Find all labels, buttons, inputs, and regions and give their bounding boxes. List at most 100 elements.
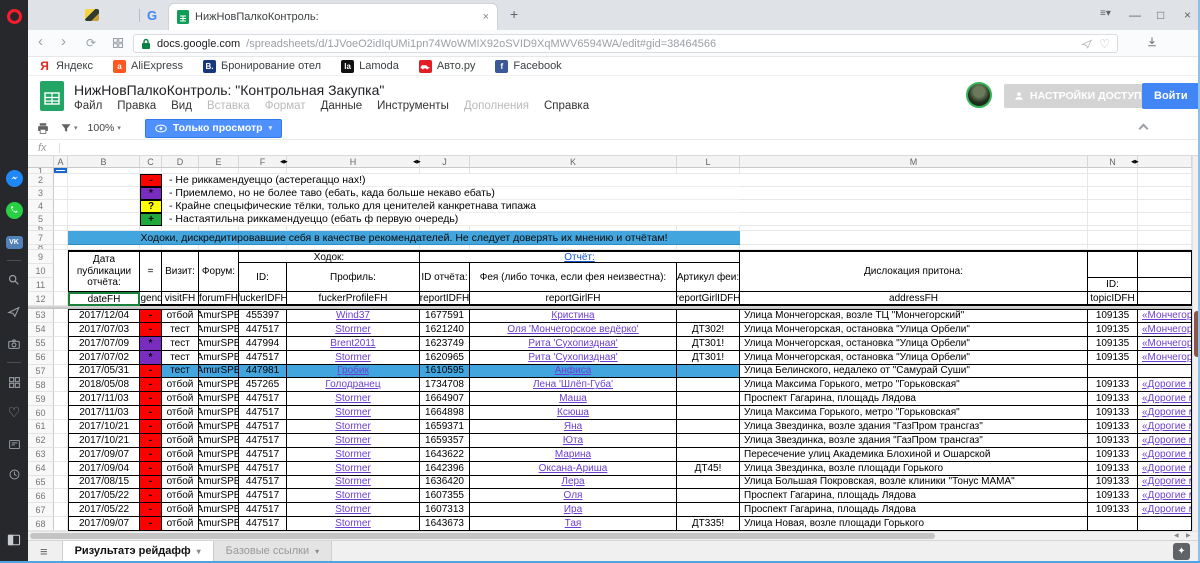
row-header-5[interactable]: 5 [28, 213, 54, 226]
cell-report-id[interactable]: 1607313 [420, 503, 470, 517]
row-header-7[interactable]: 7 [28, 231, 54, 245]
cell-date[interactable]: 2017/05/22 [68, 503, 140, 517]
cell-fucker-id[interactable]: 447994 [239, 337, 287, 351]
cell[interactable] [54, 351, 68, 365]
legend-text[interactable]: - Приемлемо, но не более таво (ебать, ка… [162, 187, 740, 200]
column-header-H[interactable]: H [287, 156, 420, 168]
cell[interactable] [54, 406, 68, 420]
cell[interactable] [54, 213, 68, 226]
cell-topic-link[interactable]: «Дорогие мо [1138, 489, 1192, 503]
cell-date[interactable]: 2017/12/04 [68, 309, 140, 323]
column-header-M[interactable]: M [740, 156, 1088, 168]
header-topic-empty[interactable] [1088, 250, 1138, 278]
cell-artikul[interactable] [677, 503, 740, 517]
field-dateFH[interactable]: dateFH [68, 292, 140, 306]
cell-forum[interactable]: AmurSPB [199, 476, 239, 490]
cell-address[interactable]: Улица Мончегорская, возле ТЦ "Мончегорск… [740, 309, 1088, 323]
cell-artikul[interactable]: ДТ335! [677, 517, 740, 531]
cell-legend-mark[interactable]: - [140, 462, 162, 476]
cell[interactable] [1088, 200, 1138, 213]
row-header-58[interactable]: 58 [28, 378, 54, 392]
cell-girl-link[interactable]: Маша [470, 392, 677, 406]
cell-topic-link[interactable]: «Дорогие мо [1138, 420, 1192, 434]
cell-profile-link[interactable]: Stormer [287, 351, 420, 365]
cell-artikul[interactable]: ДТ301! [677, 351, 740, 365]
column-header-cut[interactable] [1138, 156, 1192, 168]
hidden-columns-indicator-after-H[interactable]: ◀▶ [413, 159, 421, 165]
cell[interactable] [68, 200, 140, 213]
cell-date[interactable]: 2018/05/08 [68, 378, 140, 392]
cell-report-id[interactable]: 1677591 [420, 309, 470, 323]
cell-visit[interactable]: отбой [162, 406, 199, 420]
cell-date[interactable]: 2017/05/22 [68, 489, 140, 503]
hidden-columns-indicator-after-N[interactable]: ◀▶ [1131, 159, 1139, 165]
cell-profile-link[interactable]: Stormer [287, 462, 420, 476]
cell-forum[interactable]: AmurSPB [199, 517, 239, 531]
cell-fucker-id[interactable]: 457265 [239, 378, 287, 392]
cell-fucker-id[interactable]: 447517 [239, 323, 287, 337]
legend-text[interactable]: - Настаятильна риккамендуеццо (ебать ф п… [162, 213, 740, 226]
cell-profile-link[interactable]: Голодранец [287, 378, 420, 392]
cell-girl-link[interactable]: Оксана-Ариша [470, 462, 677, 476]
cell-fucker-id[interactable]: 447517 [239, 406, 287, 420]
cell-profile-link[interactable]: Stormer [287, 392, 420, 406]
bookmark-item[interactable]: ЯЯндекс [38, 60, 93, 73]
header-visit[interactable]: Визит: [162, 250, 199, 292]
cell-legend-mark[interactable]: - [140, 503, 162, 517]
cell-address[interactable]: Улица Максима Горького, метро "Горьковск… [740, 406, 1088, 420]
cell-address[interactable]: Улица Белинского, недалеко от "Самурай С… [740, 365, 1088, 379]
cell-visit[interactable]: тест [162, 323, 199, 337]
row-header-57[interactable]: 57 [28, 365, 54, 379]
cell-report-id[interactable]: 1620965 [420, 351, 470, 365]
cell-legend-mark[interactable]: - [140, 365, 162, 379]
cell-topic-link[interactable]: «Дорогие мо [1138, 434, 1192, 448]
pinned-tab-image[interactable] [84, 7, 100, 23]
snapshot-camera-icon[interactable] [0, 332, 28, 356]
header-otchet-link[interactable]: Отчёт: [420, 250, 740, 263]
bookmarks-heart-icon[interactable]: ♡ [0, 400, 28, 424]
messenger-icon[interactable] [0, 166, 28, 190]
cell-fucker-id[interactable]: 447517 [239, 503, 287, 517]
window-maximize-button[interactable]: □ [1157, 8, 1164, 22]
sign-in-button[interactable]: Войти [1142, 83, 1200, 109]
cell-forum[interactable]: AmurSPB [199, 392, 239, 406]
sheet-tab-menu-icon[interactable]: ▾ [315, 547, 319, 556]
cell[interactable] [54, 462, 68, 476]
cell-fucker-id[interactable]: 447517 [239, 420, 287, 434]
cell-address[interactable]: Пересечение улиц Академика Блохиной и Ош… [740, 448, 1088, 462]
cell-profile-link[interactable]: Stormer [287, 503, 420, 517]
discredited-walkers-banner[interactable]: Ходоки, дискредитировавшие себя в качест… [68, 231, 740, 245]
row-header-62[interactable]: 62 [28, 434, 54, 448]
row-header-2[interactable]: 2 [28, 174, 54, 187]
cell-fucker-id[interactable]: 447517 [239, 351, 287, 365]
cell-profile-link[interactable]: Stormer [287, 406, 420, 420]
cell[interactable] [1138, 200, 1192, 213]
cell[interactable] [1138, 231, 1192, 245]
horizontal-scrollbar[interactable]: ◀ ▶ [28, 531, 1200, 540]
cell-girl-link[interactable]: Лена 'Шлёп-Губа' [470, 378, 677, 392]
cell[interactable] [1138, 213, 1192, 226]
cell-forum[interactable]: AmurSPB [199, 462, 239, 476]
user-avatar[interactable] [966, 82, 992, 108]
cell-topic-id[interactable]: 109133 [1088, 489, 1138, 503]
cell-topic-link[interactable] [1138, 365, 1192, 379]
row-header-67[interactable]: 67 [28, 503, 54, 517]
row-header-66[interactable]: 66 [28, 489, 54, 503]
cell-address[interactable]: Улица Большая Покровская, возле клиники … [740, 476, 1088, 490]
cell-address[interactable]: Проспект Гагарина, площадь Лядова [740, 392, 1088, 406]
cell[interactable] [68, 187, 140, 200]
cell-visit[interactable]: отбой [162, 420, 199, 434]
cell[interactable] [1138, 187, 1192, 200]
column-header-L[interactable]: L [677, 156, 740, 168]
cell[interactable] [54, 323, 68, 337]
menu-Правка[interactable]: Правка [117, 100, 156, 112]
cell[interactable] [54, 448, 68, 462]
tab-menu-icon[interactable]: ≡▾ [1100, 8, 1111, 19]
field-legenda[interactable]: legenda [140, 292, 162, 306]
cell-visit[interactable]: отбой [162, 392, 199, 406]
explore-button[interactable]: ✦ [1173, 543, 1190, 560]
cell-report-id[interactable]: 1636420 [420, 476, 470, 490]
cell-topic-id[interactable]: 109133 [1088, 378, 1138, 392]
cell-date[interactable]: 2017/07/03 [68, 323, 140, 337]
cell-date[interactable]: 2017/08/15 [68, 476, 140, 490]
